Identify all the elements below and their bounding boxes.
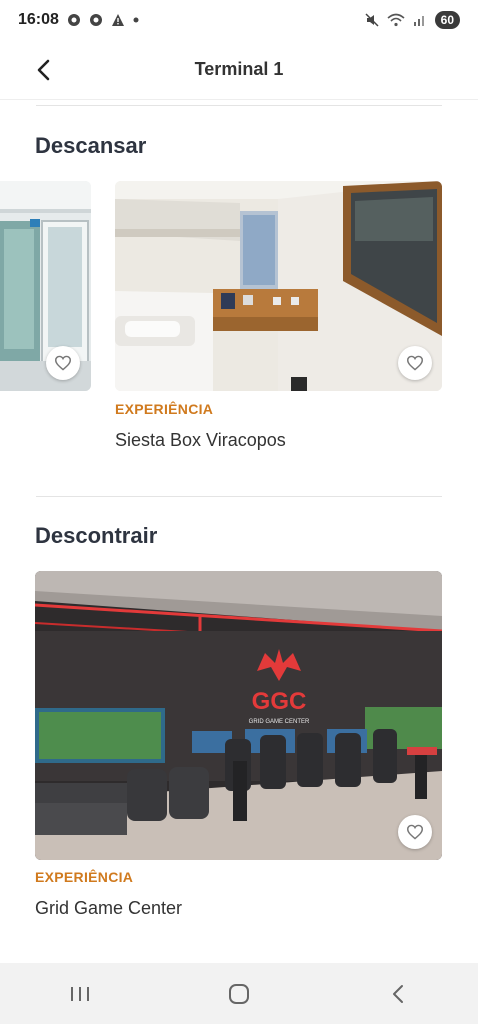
status-right: 60 — [365, 11, 460, 29]
mute-icon — [365, 13, 379, 27]
ggc-logo-letters: GGC — [252, 688, 307, 715]
card-name[interactable]: Grid Game Center — [35, 898, 182, 919]
section-title-descansar: Descansar — [35, 133, 147, 158]
chrome-icon — [89, 14, 102, 26]
battery-indicator: 60 — [434, 11, 460, 29]
status-left: 16:08 — [18, 11, 139, 29]
card-name[interactable]: Siesta Box Viracopos — [115, 430, 286, 451]
card-image-siesta-box[interactable] — [115, 181, 442, 391]
card-tag: EXPERIÊNCIA — [115, 401, 214, 417]
ggc-logo-subtitle: GRID GAME CENTER — [249, 719, 310, 725]
home-button[interactable] — [209, 974, 269, 1014]
wifi-icon — [387, 13, 405, 27]
app-header: Terminal 1 — [0, 40, 478, 100]
favorite-button[interactable] — [398, 815, 432, 849]
divider — [36, 496, 442, 497]
warning-icon — [111, 14, 124, 26]
back-button[interactable] — [28, 54, 60, 86]
heart-icon — [406, 355, 424, 371]
card-tag: EXPERIÊNCIA — [35, 869, 134, 885]
android-nav-bar — [0, 963, 478, 1024]
game-center-image: GGC GRID GAME CENTER — [35, 571, 442, 860]
page-title: Terminal 1 — [194, 59, 284, 79]
section-title-descontrair: Descontrair — [35, 523, 158, 548]
home-icon — [228, 983, 249, 1004]
chevron-left-icon — [37, 59, 50, 81]
siesta-box-image — [115, 181, 442, 391]
signal-icon — [413, 16, 424, 26]
heart-icon — [54, 355, 72, 371]
back-icon — [393, 984, 404, 1003]
recent-apps-button[interactable] — [50, 974, 110, 1014]
dot-icon — [133, 17, 139, 23]
recent-apps-icon — [70, 986, 89, 1001]
card-image-grid-game-center[interactable]: GGC GRID GAME CENTER — [35, 571, 442, 860]
heart-icon — [406, 824, 424, 840]
divider — [36, 105, 442, 106]
status-bar: 16:08 60 — [0, 0, 478, 40]
favorite-button[interactable] — [398, 346, 432, 380]
favorite-button[interactable] — [46, 346, 80, 380]
chrome-icon — [67, 14, 80, 26]
status-time: 16:08 — [18, 11, 59, 28]
system-back-button[interactable] — [368, 974, 428, 1014]
